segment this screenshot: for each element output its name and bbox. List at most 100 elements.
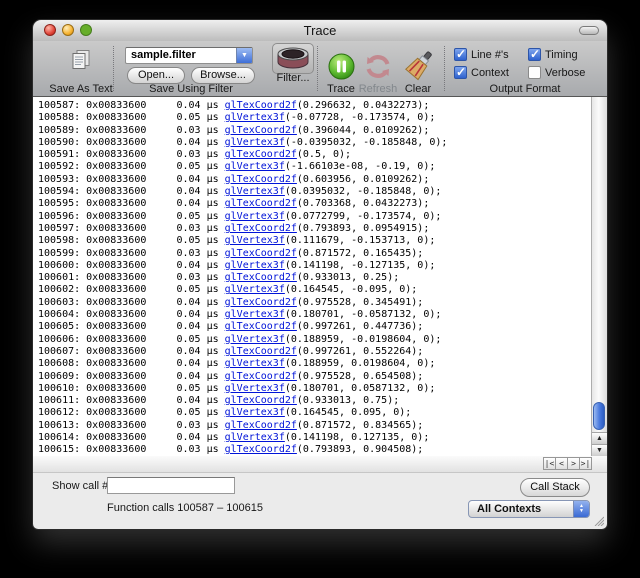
table-row[interactable]: 100606: 0x00833600 0.05 µs glVertex3f(0.… xyxy=(38,334,591,346)
checkbox-timing[interactable]: Timing xyxy=(528,48,578,61)
table-row[interactable]: 100589: 0x00833600 0.03 µs glTexCoord2f(… xyxy=(38,125,591,137)
function-link[interactable]: glVertex3f xyxy=(225,137,285,148)
table-row[interactable]: 100601: 0x00833600 0.03 µs glTexCoord2f(… xyxy=(38,272,591,284)
vertical-scrollbar[interactable]: ▲ ▼ xyxy=(591,97,607,456)
table-row[interactable]: 100602: 0x00833600 0.05 µs glVertex3f(0.… xyxy=(38,284,591,296)
last-page-button[interactable]: >| xyxy=(579,457,592,470)
checkbox-icon[interactable] xyxy=(454,66,467,79)
table-row[interactable]: 100615: 0x00833600 0.03 µs glTexCoord2f(… xyxy=(38,444,591,456)
table-row[interactable]: 100593: 0x00833600 0.04 µs glTexCoord2f(… xyxy=(38,174,591,186)
function-link[interactable]: glTexCoord2f xyxy=(225,444,297,455)
table-row[interactable]: 100607: 0x00833600 0.04 µs glTexCoord2f(… xyxy=(38,346,591,358)
function-link[interactable]: glTexCoord2f xyxy=(225,420,297,431)
function-link[interactable]: glTexCoord2f xyxy=(225,272,297,283)
checkbox-icon[interactable] xyxy=(528,48,541,61)
function-link[interactable]: glTexCoord2f xyxy=(225,198,297,209)
function-link[interactable]: glTexCoord2f xyxy=(225,395,297,406)
save-as-text-icon[interactable] xyxy=(69,49,93,71)
table-row[interactable]: 100590: 0x00833600 0.04 µs glVertex3f(-0… xyxy=(38,137,591,149)
function-link[interactable]: glVertex3f xyxy=(225,284,285,295)
context-selector-value: All Contexts xyxy=(477,503,541,515)
scroll-down-arrow[interactable]: ▼ xyxy=(592,444,607,456)
table-row[interactable]: 100603: 0x00833600 0.04 µs glTexCoord2f(… xyxy=(38,297,591,309)
function-link[interactable]: glVertex3f xyxy=(225,211,285,222)
checkbox-icon[interactable] xyxy=(454,48,467,61)
table-row[interactable]: 100611: 0x00833600 0.04 µs glTexCoord2f(… xyxy=(38,395,591,407)
table-row[interactable]: 100613: 0x00833600 0.03 µs glTexCoord2f(… xyxy=(38,420,591,432)
function-link[interactable]: glVertex3f xyxy=(225,309,285,320)
save-as-text-label[interactable]: Save As Text xyxy=(49,83,112,95)
show-call-input[interactable] xyxy=(107,477,235,494)
checkbox-icon[interactable] xyxy=(528,66,541,79)
toolbar-divider xyxy=(444,46,445,91)
close-button[interactable] xyxy=(44,24,56,36)
table-row[interactable]: 100609: 0x00833600 0.04 µs glTexCoord2f(… xyxy=(38,371,591,383)
table-row[interactable]: 100596: 0x00833600 0.05 µs glVertex3f(0.… xyxy=(38,211,591,223)
table-row[interactable]: 100594: 0x00833600 0.04 µs glVertex3f(0.… xyxy=(38,186,591,198)
checkbox-verbose[interactable]: Verbose xyxy=(528,66,585,79)
function-link[interactable]: glTexCoord2f xyxy=(225,248,297,259)
function-link[interactable]: glTexCoord2f xyxy=(225,125,297,136)
scrollbar-thumb[interactable] xyxy=(593,402,605,430)
function-link[interactable]: glTexCoord2f xyxy=(225,223,297,234)
function-link[interactable]: glVertex3f xyxy=(225,407,285,418)
trace-call-list[interactable]: 100587: 0x00833600 0.04 µs glTexCoord2f(… xyxy=(33,97,591,456)
function-link[interactable]: glVertex3f xyxy=(225,432,285,443)
table-row[interactable]: 100588: 0x00833600 0.05 µs glVertex3f(-0… xyxy=(38,112,591,124)
row-line-addr-time: 100611: 0x00833600 0.04 µs xyxy=(38,395,225,406)
zoom-button[interactable] xyxy=(80,24,92,36)
function-link[interactable]: glVertex3f xyxy=(225,112,285,123)
trace-pause-icon[interactable] xyxy=(328,53,355,80)
row-arguments: (0.997261, 0.552264); xyxy=(297,346,423,357)
function-link[interactable]: glTexCoord2f xyxy=(225,346,297,357)
function-link[interactable]: glVertex3f xyxy=(225,161,285,172)
function-link[interactable]: glTexCoord2f xyxy=(225,149,297,160)
context-selector[interactable]: All Contexts ▲▼ xyxy=(468,500,590,518)
function-link[interactable]: glTexCoord2f xyxy=(225,174,297,185)
function-link[interactable]: glVertex3f xyxy=(225,358,285,369)
filter-button[interactable] xyxy=(272,43,314,74)
clear-brush-icon[interactable] xyxy=(405,51,433,81)
row-arguments: (0.933013, 0.25); xyxy=(297,272,399,283)
table-row[interactable]: 100595: 0x00833600 0.04 µs glTexCoord2f(… xyxy=(38,198,591,210)
table-row[interactable]: 100610: 0x00833600 0.05 µs glVertex3f(0.… xyxy=(38,383,591,395)
checkbox-line-numbers[interactable]: Line #'s xyxy=(454,48,509,61)
function-link[interactable]: glVertex3f xyxy=(225,334,285,345)
toolbar-toggle-pill[interactable] xyxy=(579,26,599,35)
table-row[interactable]: 100605: 0x00833600 0.04 µs glTexCoord2f(… xyxy=(38,321,591,333)
function-link[interactable]: glVertex3f xyxy=(225,186,285,197)
table-row[interactable]: 100599: 0x00833600 0.03 µs glTexCoord2f(… xyxy=(38,248,591,260)
chevron-down-icon[interactable]: ▼ xyxy=(236,48,252,63)
table-row[interactable]: 100614: 0x00833600 0.04 µs glVertex3f(0.… xyxy=(38,432,591,444)
table-row[interactable]: 100598: 0x00833600 0.05 µs glVertex3f(0.… xyxy=(38,235,591,247)
table-row[interactable]: 100604: 0x00833600 0.04 µs glVertex3f(0.… xyxy=(38,309,591,321)
minimize-button[interactable] xyxy=(62,24,74,36)
open-button[interactable]: Open... xyxy=(127,67,185,84)
function-link[interactable]: glVertex3f xyxy=(225,383,285,394)
table-row[interactable]: 100592: 0x00833600 0.05 µs glVertex3f(-1… xyxy=(38,161,591,173)
filter-button-label[interactable]: Filter... xyxy=(276,72,309,84)
function-link[interactable]: glTexCoord2f xyxy=(225,371,297,382)
browse-button[interactable]: Browse... xyxy=(191,67,255,84)
function-link[interactable]: glTexCoord2f xyxy=(225,321,297,332)
function-link[interactable]: glVertex3f xyxy=(225,260,285,271)
clear-button-label[interactable]: Clear xyxy=(405,83,431,95)
table-row[interactable]: 100591: 0x00833600 0.03 µs glTexCoord2f(… xyxy=(38,149,591,161)
function-link[interactable]: glTexCoord2f xyxy=(225,100,297,111)
trace-button-label[interactable]: Trace xyxy=(327,83,355,95)
title-bar[interactable]: Trace xyxy=(33,20,607,41)
table-row[interactable]: 100600: 0x00833600 0.04 µs glVertex3f(0.… xyxy=(38,260,591,272)
function-link[interactable]: glVertex3f xyxy=(225,235,285,246)
resize-grip[interactable] xyxy=(593,515,604,526)
call-stack-button[interactable]: Call Stack xyxy=(520,478,590,497)
scroll-up-arrow[interactable]: ▲ xyxy=(592,432,607,444)
table-row[interactable]: 100587: 0x00833600 0.04 µs glTexCoord2f(… xyxy=(38,100,591,112)
row-line-addr-time: 100591: 0x00833600 0.03 µs xyxy=(38,149,225,160)
function-link[interactable]: glTexCoord2f xyxy=(225,297,297,308)
table-row[interactable]: 100612: 0x00833600 0.05 µs glVertex3f(0.… xyxy=(38,407,591,419)
table-row[interactable]: 100608: 0x00833600 0.04 µs glVertex3f(0.… xyxy=(38,358,591,370)
checkbox-label: Line #'s xyxy=(471,49,509,61)
filter-file-combobox[interactable]: sample.filter ▼ xyxy=(125,47,253,64)
table-row[interactable]: 100597: 0x00833600 0.03 µs glTexCoord2f(… xyxy=(38,223,591,235)
checkbox-context[interactable]: Context xyxy=(454,66,509,79)
